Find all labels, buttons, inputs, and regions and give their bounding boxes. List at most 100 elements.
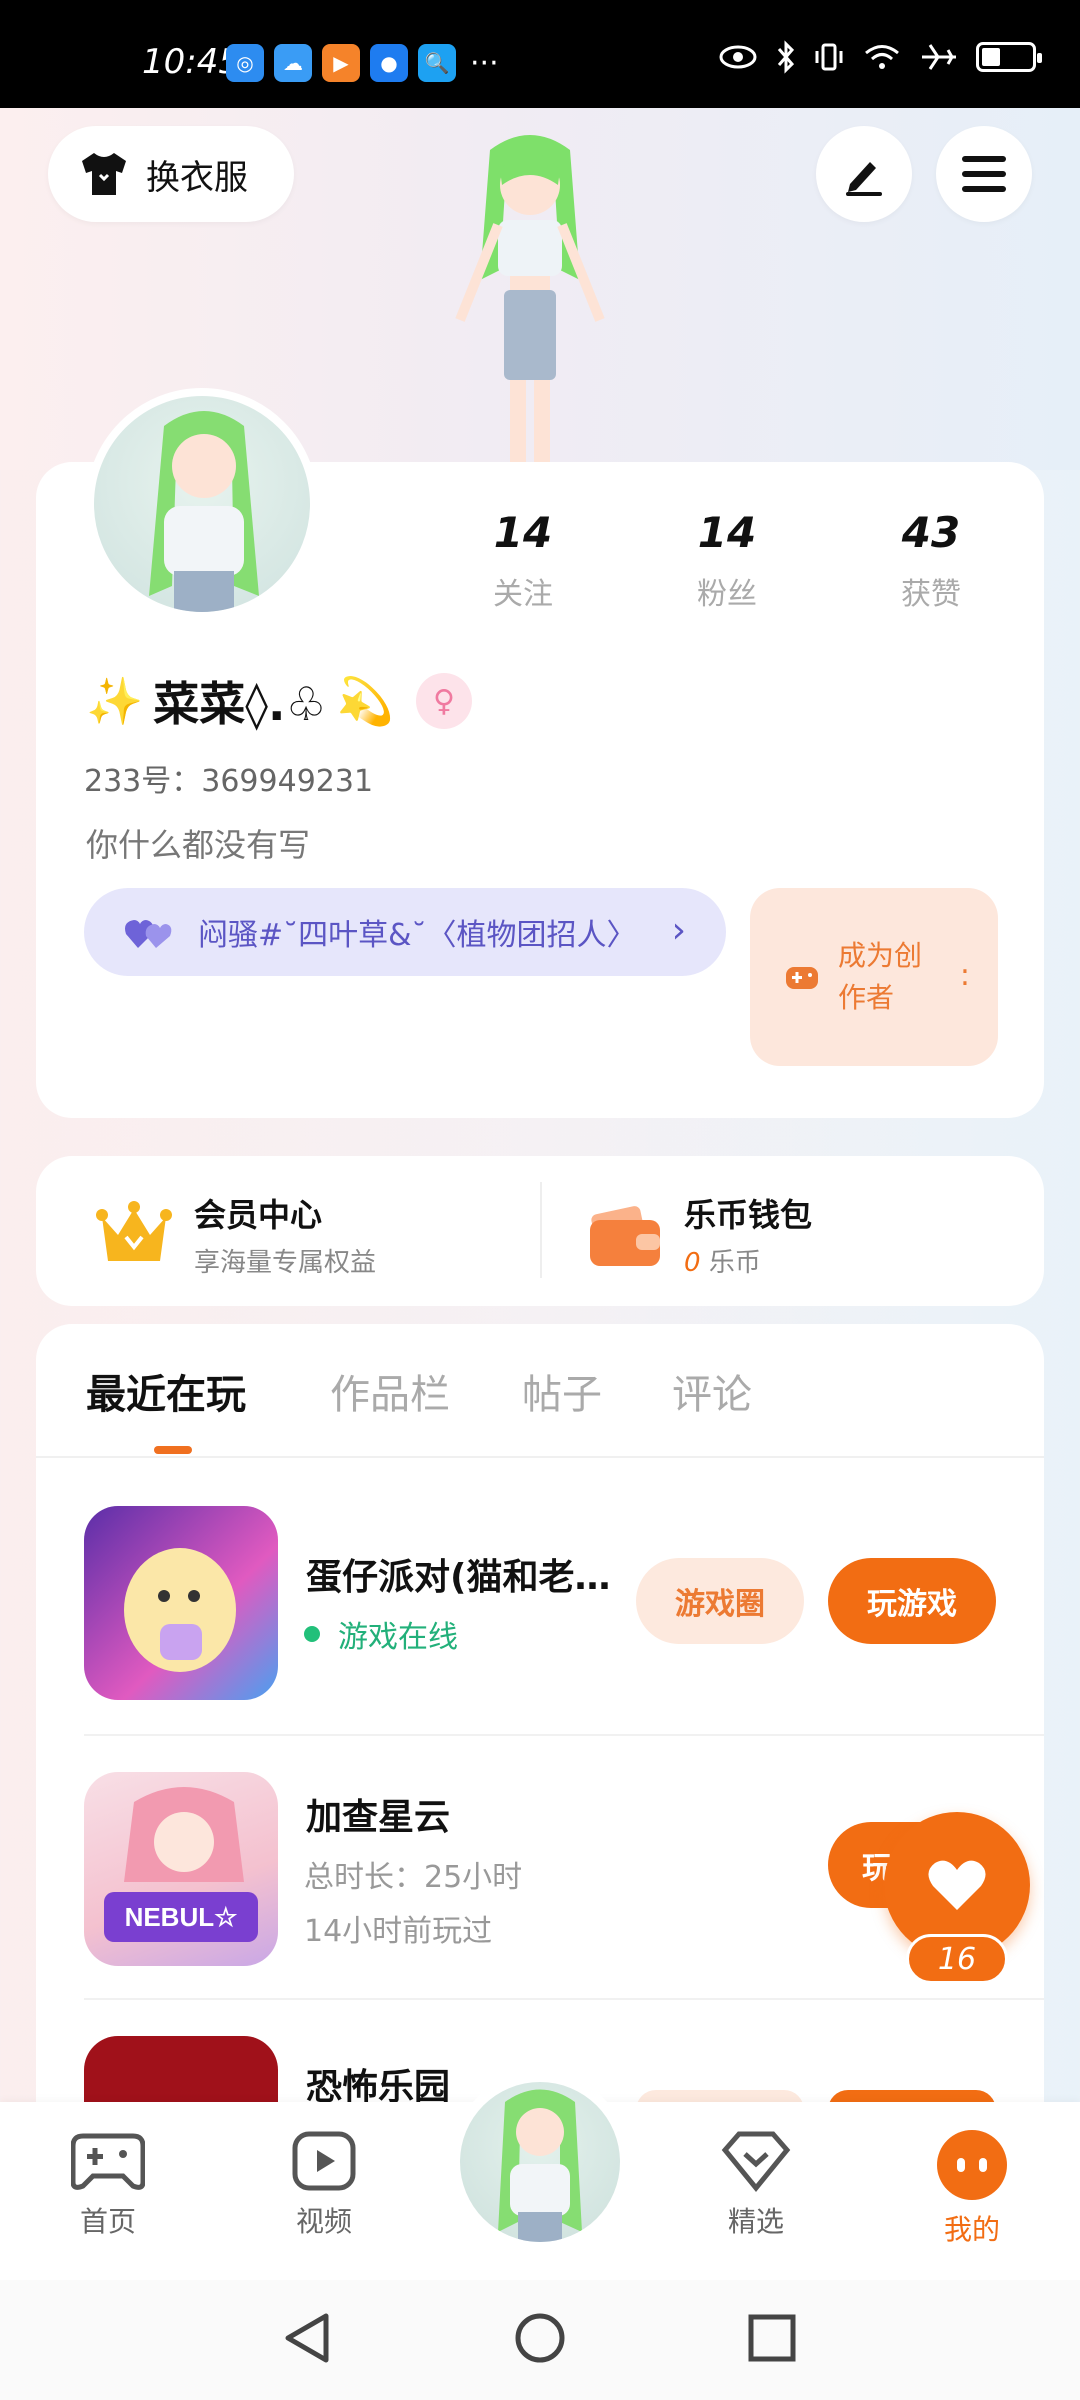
game-icon-eggy-party[interactable] — [84, 1506, 278, 1700]
edit-profile-button[interactable] — [816, 126, 912, 222]
comet-icon: 💫 — [336, 673, 395, 728]
airplane-icon — [922, 44, 956, 70]
svg-text:NEBUL☆: NEBUL☆ — [125, 1902, 239, 1932]
online-dot-icon — [304, 1626, 320, 1642]
followers-label: 粉丝 — [697, 577, 757, 612]
gamepad-home-icon — [71, 2133, 145, 2190]
wallet-icon — [590, 1205, 660, 1266]
tabs-divider — [36, 1456, 1044, 1458]
group-link[interactable]: 闷骚#˘四叶草&˘〈植物团招人〉 › — [84, 888, 726, 976]
avatar[interactable] — [86, 388, 318, 620]
game-online-status: 游戏在线 — [304, 1612, 458, 1656]
tab-works[interactable]: 作品栏 — [330, 1362, 450, 1420]
tab-recently-played[interactable]: 最近在玩 — [86, 1362, 246, 1420]
game-last-played: 14小时前玩过 — [304, 1914, 493, 1949]
status-indicators — [718, 40, 1042, 74]
double-heart-icon — [125, 920, 172, 948]
eye-icon — [719, 45, 757, 69]
car-app-icon: ● — [370, 44, 408, 82]
recents-icon[interactable] — [744, 2310, 800, 2366]
me-face-icon — [937, 2130, 1007, 2200]
nav-featured-label: 精选 — [727, 2205, 784, 2238]
user-id: 233号：369949231 — [84, 764, 374, 799]
nav-me-label: 我的 — [943, 2213, 1000, 2246]
weather-icon: ☁ — [274, 44, 312, 82]
vip-center-title: 会员中心 — [194, 1196, 323, 1234]
gacha-nebula-image: NEBUL☆ — [104, 1787, 258, 1942]
stat-followers[interactable]: 14 粉丝 — [652, 508, 802, 613]
online-status-text: 游戏在线 — [338, 1620, 458, 1655]
become-creator-button[interactable]: 成为创作者 : — [750, 888, 998, 1066]
game-name[interactable]: 蛋仔派对(猫和老鼠联动) — [306, 1548, 616, 1600]
vip-center-entry[interactable]: 会员中心 享海量专属权益 — [96, 1190, 376, 1279]
game-circle-button[interactable]: 游戏圈 — [636, 1558, 804, 1644]
following-count: 14 — [493, 508, 553, 557]
video-play-icon — [292, 2131, 356, 2191]
nav-me[interactable]: 我的 — [912, 2130, 1032, 2248]
heart-diamond-icon — [721, 2131, 791, 2192]
play-game-button[interactable]: 玩游戏 — [828, 1558, 996, 1644]
browser-icon: ◎ — [226, 44, 264, 82]
bio: 你什么都没有写 — [86, 826, 311, 864]
nav-home[interactable]: 首页 — [48, 2130, 168, 2240]
menu-button[interactable] — [936, 126, 1032, 222]
heart-icon — [928, 1860, 986, 1910]
edit-pen-icon — [846, 162, 882, 196]
wallet-entry[interactable]: 乐币钱包 0 乐币 — [588, 1190, 812, 1279]
stat-likes[interactable]: 43 获赞 — [856, 508, 1006, 613]
change-outfit-label: 换衣服 — [146, 157, 248, 198]
more-notifications: ··· — [470, 45, 499, 81]
game-icon-horror-park[interactable] — [84, 2036, 278, 2106]
card-divider — [540, 1182, 542, 1278]
wallet-unit: 乐币 — [708, 1248, 761, 1278]
wifi-icon — [865, 45, 899, 69]
followers-count: 14 — [697, 508, 757, 557]
game-total-duration: 总时长：25小时 — [304, 1860, 523, 1895]
chevron-right-icon: › — [671, 910, 686, 951]
game-name[interactable]: 加查星云 — [306, 1788, 450, 1840]
crown-icon — [96, 1200, 172, 1261]
nav-video[interactable]: 视频 — [264, 2130, 384, 2240]
change-outfit-button[interactable]: 换衣服 — [48, 126, 294, 222]
avatar-character-figure[interactable] — [420, 130, 640, 470]
home-circle-icon[interactable] — [512, 2310, 568, 2366]
notification-icons: ◎ ☁ ▶ ● 🔍 ··· — [226, 44, 499, 82]
likes-label: 获赞 — [901, 577, 961, 612]
row-divider — [84, 1734, 1044, 1736]
status-bar: 10:45 ◎ ☁ ▶ ● 🔍 ··· — [0, 0, 1080, 108]
following-label: 关注 — [493, 577, 553, 612]
tab-posts[interactable]: 帖子 — [522, 1362, 602, 1420]
nav-avatar-figure — [498, 2089, 582, 2242]
vibrate-icon — [815, 43, 843, 71]
wallet-title: 乐币钱包 — [684, 1196, 813, 1234]
vip-center-subtitle: 享海量专属权益 — [194, 1248, 377, 1278]
become-creator-label: 成为创作者 — [838, 939, 923, 1014]
system-navigation-bar — [0, 2280, 1080, 2400]
gamepad-icon — [786, 967, 818, 989]
game-icon-gacha-nebula[interactable]: NEBUL☆ — [84, 1772, 278, 1966]
back-icon[interactable] — [280, 2310, 336, 2366]
nav-avatar-image — [460, 2082, 620, 2242]
more-dots-icon: : — [959, 958, 970, 993]
active-tab-indicator — [154, 1446, 192, 1454]
hamburger-menu-icon — [962, 156, 1006, 192]
nickname: ✨ 菜菜◊.♧ 💫 ♀ — [86, 668, 473, 734]
nav-featured[interactable]: 精选 — [696, 2130, 816, 2240]
tab-comments[interactable]: 评论 — [672, 1362, 752, 1420]
search-app-icon: 🔍 — [418, 44, 456, 82]
like-count: 16 — [906, 1934, 1008, 1984]
eggy-character-image — [124, 1548, 236, 1672]
female-gender-icon: ♀ — [416, 673, 473, 729]
group-name: 闷骚#˘四叶草&˘〈植物团招人〉 — [198, 918, 637, 953]
nav-home-label: 首页 — [79, 2205, 136, 2238]
likes-count: 43 — [901, 508, 961, 557]
row-divider — [84, 1998, 1044, 2000]
nav-video-label: 视频 — [295, 2205, 352, 2238]
stat-following[interactable]: 14 关注 — [448, 508, 598, 613]
wallet-amount: 0 — [684, 1248, 701, 1278]
bluetooth-icon — [777, 40, 795, 74]
avatar-image — [149, 411, 259, 612]
nav-avatar-center[interactable] — [450, 2072, 630, 2252]
nickname-text: 菜菜◊.♧ — [153, 677, 327, 731]
sparkle-icon: ✨ — [86, 673, 144, 728]
